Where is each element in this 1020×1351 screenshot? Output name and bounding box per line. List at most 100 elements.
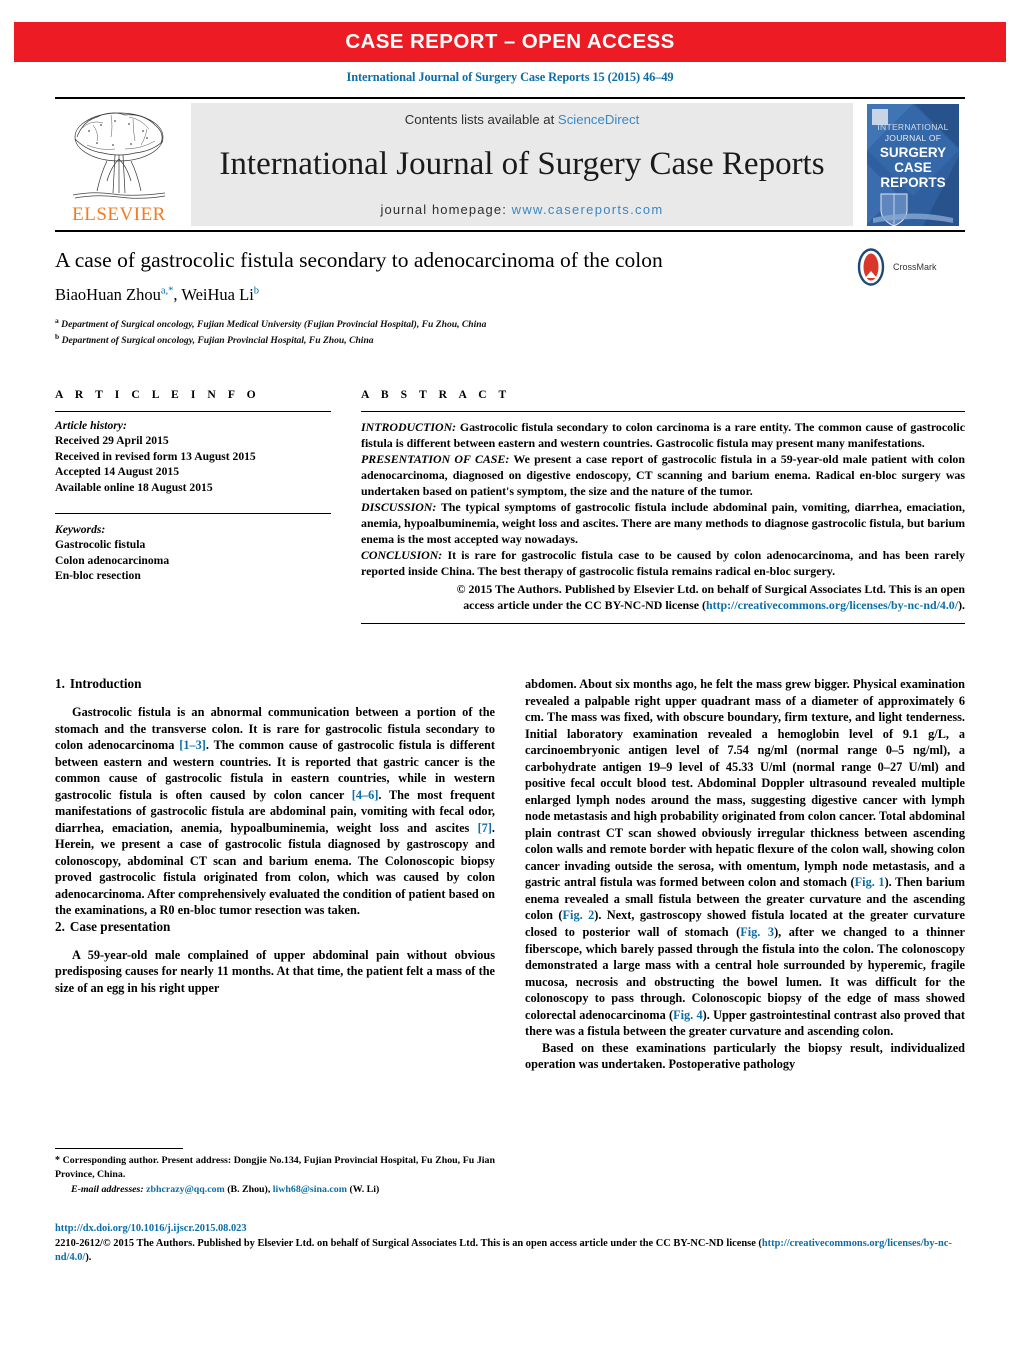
keyword-1: Colon adenocarcinoma (55, 553, 170, 567)
abstract-text-3: It is rare for gastrocolic fistula case … (361, 548, 965, 578)
section-heading-introduction: 1. Introduction (55, 676, 495, 692)
issn-prefix: 2210-2612/ (55, 1237, 103, 1249)
intro-paragraph: Gastrocolic fistula is an abnormal commu… (55, 704, 495, 919)
author-1: WeiHua Lib (181, 285, 259, 304)
abstract-lead-3: CONCLUSION: (361, 548, 443, 562)
abstract-rule-top (361, 411, 965, 412)
figure-ref-1[interactable]: Fig. 1 (855, 875, 885, 889)
article-info-column: A R T I C L E I N F O Article history: R… (55, 388, 331, 624)
footer-copyright-end: ). (85, 1251, 92, 1263)
footnote-block: * Corresponding author. Present address:… (55, 1148, 495, 1196)
footer-copyright: 2210-2612/© 2015 The Authors. Published … (55, 1237, 960, 1265)
author-0-marks[interactable]: a,* (161, 285, 174, 296)
section-2-title: Case presentation (69, 918, 171, 934)
corresponding-author-note: * Corresponding author. Present address:… (55, 1154, 495, 1181)
citation-ref-2[interactable]: [4–6] (352, 788, 379, 802)
abstract-section-1: PRESENTATION OF CASE: We present a case … (361, 451, 965, 499)
abstract-license-post: ). (958, 598, 965, 612)
article-history-label: Article history: (55, 419, 127, 432)
open-access-banner: CASE REPORT – OPEN ACCESS (14, 22, 1006, 62)
email-link-0[interactable]: zbhcrazy@qq.com (146, 1184, 225, 1195)
abstract-license-pre: access article under the CC BY-NC-ND lic… (463, 598, 706, 612)
citation-ref-1[interactable]: [1–3] (179, 738, 206, 752)
abstract-body: INTRODUCTION: Gastrocolic fistula second… (361, 419, 965, 613)
case-continuation-paragraph: abdomen. About six months ago, he felt t… (525, 676, 965, 1040)
abstract-copyright-line2: access article under the CC BY-NC-ND lic… (361, 597, 965, 613)
keywords-label: Keywords: (55, 523, 106, 537)
homepage-label: journal homepage: (380, 202, 507, 217)
svg-text:SURGERY: SURGERY (880, 145, 946, 160)
svg-text:REPORTS: REPORTS (880, 175, 945, 190)
abstract-section-3: CONCLUSION: It is rare for gastrocolic f… (361, 547, 965, 579)
author-list: BiaoHuan Zhoua,*, WeiHua Lib (55, 285, 965, 305)
affiliation-0-mark: a (55, 315, 59, 325)
figure-ref-4[interactable]: Fig. 4 (673, 1008, 703, 1022)
citation-ref-3[interactable]: [7] (478, 821, 492, 835)
history-item-1: Received in revised form 13 August 2015 (55, 449, 256, 463)
figure-ref-3[interactable]: Fig. 3 (740, 925, 774, 939)
doi-link[interactable]: http://dx.doi.org/10.1016/j.ijscr.2015.0… (55, 1222, 960, 1236)
elsevier-tree-icon (72, 112, 166, 199)
abstract-section-2: DISCUSSION: The typical symptoms of gast… (361, 499, 965, 547)
email-owner-1: (W. Li) (349, 1183, 380, 1195)
homepage-link[interactable]: www.casereports.com (512, 202, 664, 217)
affiliation-1: b Department of Surgical oncology, Fujia… (55, 332, 965, 347)
journal-cover-thumbnail: INTERNATIONAL JOURNAL OF SURGERY CASE RE… (861, 103, 965, 226)
author-1-name: WeiHua Li (181, 284, 254, 304)
info-abstract-region: A R T I C L E I N F O Article history: R… (55, 388, 965, 624)
figure-ref-2[interactable]: Fig. 2 (563, 908, 595, 922)
abstract-rule-bottom (361, 623, 965, 624)
abstract-lead-2: DISCUSSION: (361, 500, 437, 514)
abstract-license-link[interactable]: http://creativecommons.org/licenses/by-n… (706, 598, 958, 612)
svg-text:INTERNATIONAL: INTERNATIONAL (877, 122, 948, 132)
corresponding-author-text: Corresponding author. Present address: D… (55, 1155, 495, 1180)
body-column-left: 1. Introduction Gastrocolic fistula is an… (55, 676, 495, 1073)
author-0: BiaoHuan Zhoua,* (55, 285, 173, 304)
section-1-title: Introduction (69, 676, 142, 691)
article-history-block: Article history: Received 29 April 2015 … (55, 418, 331, 495)
keyword-0: Gastrocolic fistula (55, 538, 146, 552)
affiliation-1-mark: b (55, 332, 60, 342)
email-label: E-mail addresses: (71, 1183, 144, 1195)
crossmark-icon (857, 248, 885, 286)
crossmark-badge[interactable]: CrossMark (853, 248, 965, 286)
abstract-text-2: The typical symptoms of gastrocolic fist… (361, 500, 965, 546)
body-column-right: abdomen. About six months ago, he felt t… (525, 676, 965, 1073)
abstract-column: A B S T R A C T INTRODUCTION: Gastrocoli… (361, 388, 965, 624)
article-body: 1. Introduction Gastrocolic fistula is an… (55, 676, 965, 1073)
email-owner-0: (B. Zhou) (227, 1183, 268, 1195)
keywords-block: Keywords: Gastrocolic fistula Colon aden… (55, 513, 331, 584)
abstract-copyright-line1: © 2015 The Authors. Published by Elsevie… (456, 582, 965, 596)
contents-prefix: Contents lists available at (404, 112, 558, 127)
crossmark-label: CrossMark (893, 262, 937, 272)
page-footer: http://dx.doi.org/10.1016/j.ijscr.2015.0… (55, 1222, 960, 1265)
right-text-a: abdomen. About six months ago, he felt t… (525, 677, 965, 890)
abstract-lead-0: INTRODUCTION: (361, 420, 457, 434)
journal-homepage-line: journal homepage: www.casereports.com (381, 202, 664, 217)
section-2-number: 2. (55, 918, 65, 934)
journal-masthead: ELSEVIER Contents lists available at Sci… (55, 97, 965, 232)
history-item-2: Accepted 14 August 2015 (55, 465, 179, 479)
article-info-heading: A R T I C L E I N F O (55, 388, 261, 401)
article-title: A case of gastrocolic fistula secondary … (55, 248, 663, 272)
email-note: E-mail addresses: zbhcrazy@qq.com (B. Zh… (55, 1183, 495, 1196)
section-heading-case-presentation: 2. Case presentation (55, 919, 495, 935)
sciencedirect-link[interactable]: ScienceDirect (558, 112, 639, 127)
email-link-1[interactable]: liwh68@sina.com (273, 1184, 347, 1195)
article-header: A case of gastrocolic fistula secondary … (55, 248, 965, 348)
article-info-rule (55, 411, 331, 412)
author-1-marks[interactable]: b (254, 285, 259, 296)
banner-label: CASE REPORT – OPEN ACCESS (345, 30, 675, 53)
author-0-name: BiaoHuan Zhou (55, 284, 161, 304)
journal-info-panel: Contents lists available at ScienceDirec… (191, 103, 853, 226)
svg-text:JOURNAL OF: JOURNAL OF (885, 133, 942, 143)
svg-text:CASE: CASE (894, 160, 932, 175)
journal-cover-icon: INTERNATIONAL JOURNAL OF SURGERY CASE RE… (867, 103, 959, 226)
contents-lists-line: Contents lists available at ScienceDirec… (405, 112, 640, 127)
affiliation-1-text: Department of Surgical oncology, Fujian … (61, 335, 374, 347)
section-1-number: 1. (55, 676, 65, 691)
affiliation-0: a Department of Surgical oncology, Fujia… (55, 316, 965, 331)
affiliation-0-text: Department of Surgical oncology, Fujian … (61, 318, 487, 330)
elsevier-wordmark: ELSEVIER (72, 204, 166, 225)
abstract-section-0: INTRODUCTION: Gastrocolic fistula second… (361, 419, 965, 451)
